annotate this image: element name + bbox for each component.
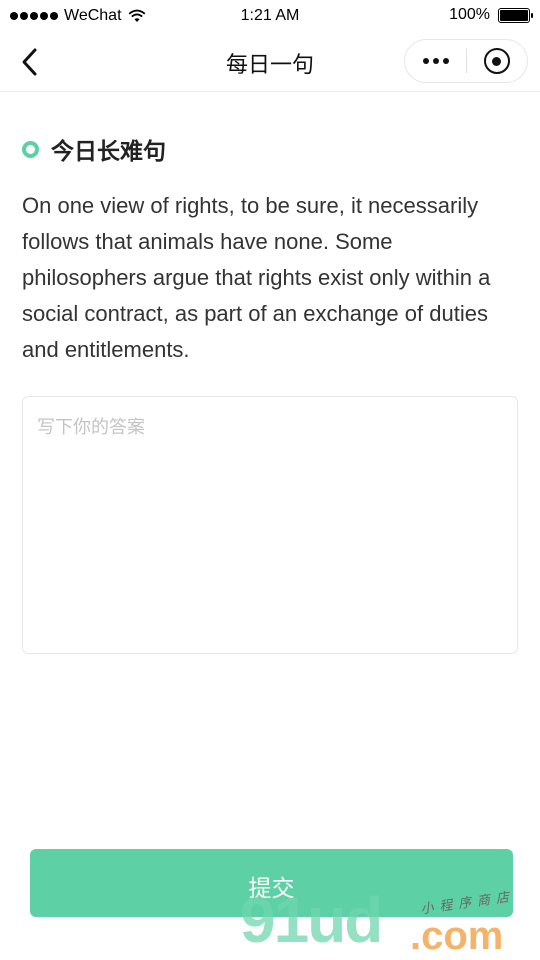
circle-outline-icon (22, 140, 39, 158)
navigation-bar: 每日一句 (0, 34, 540, 92)
battery-percent: 100% (449, 6, 490, 23)
more-dots-icon (432, 58, 439, 64)
status-bar: WeChat 1:21 AM 100% (0, 0, 540, 34)
section-title: 今日长难句 (51, 139, 166, 165)
screen: WeChat 1:21 AM 100% 每日一句 今日长难句 On one vi… (0, 0, 540, 960)
submit-button[interactable]: 提交 (30, 849, 513, 917)
answer-input[interactable] (22, 396, 518, 654)
more-dots-icon (442, 58, 449, 64)
battery-fill (500, 9, 528, 21)
capsule-menu (404, 39, 528, 83)
target-icon (483, 48, 510, 74)
more-button[interactable] (405, 40, 466, 82)
battery-icon (498, 7, 533, 23)
section-header: 今日长难句 (22, 132, 166, 166)
watermark-suffix-text: .com (410, 914, 504, 958)
long-sentence-text: On one view of rights, to be sure, it ne… (22, 193, 491, 362)
close-button[interactable] (467, 40, 527, 82)
more-dots-icon (422, 58, 429, 64)
status-right: 100% (449, 6, 533, 24)
